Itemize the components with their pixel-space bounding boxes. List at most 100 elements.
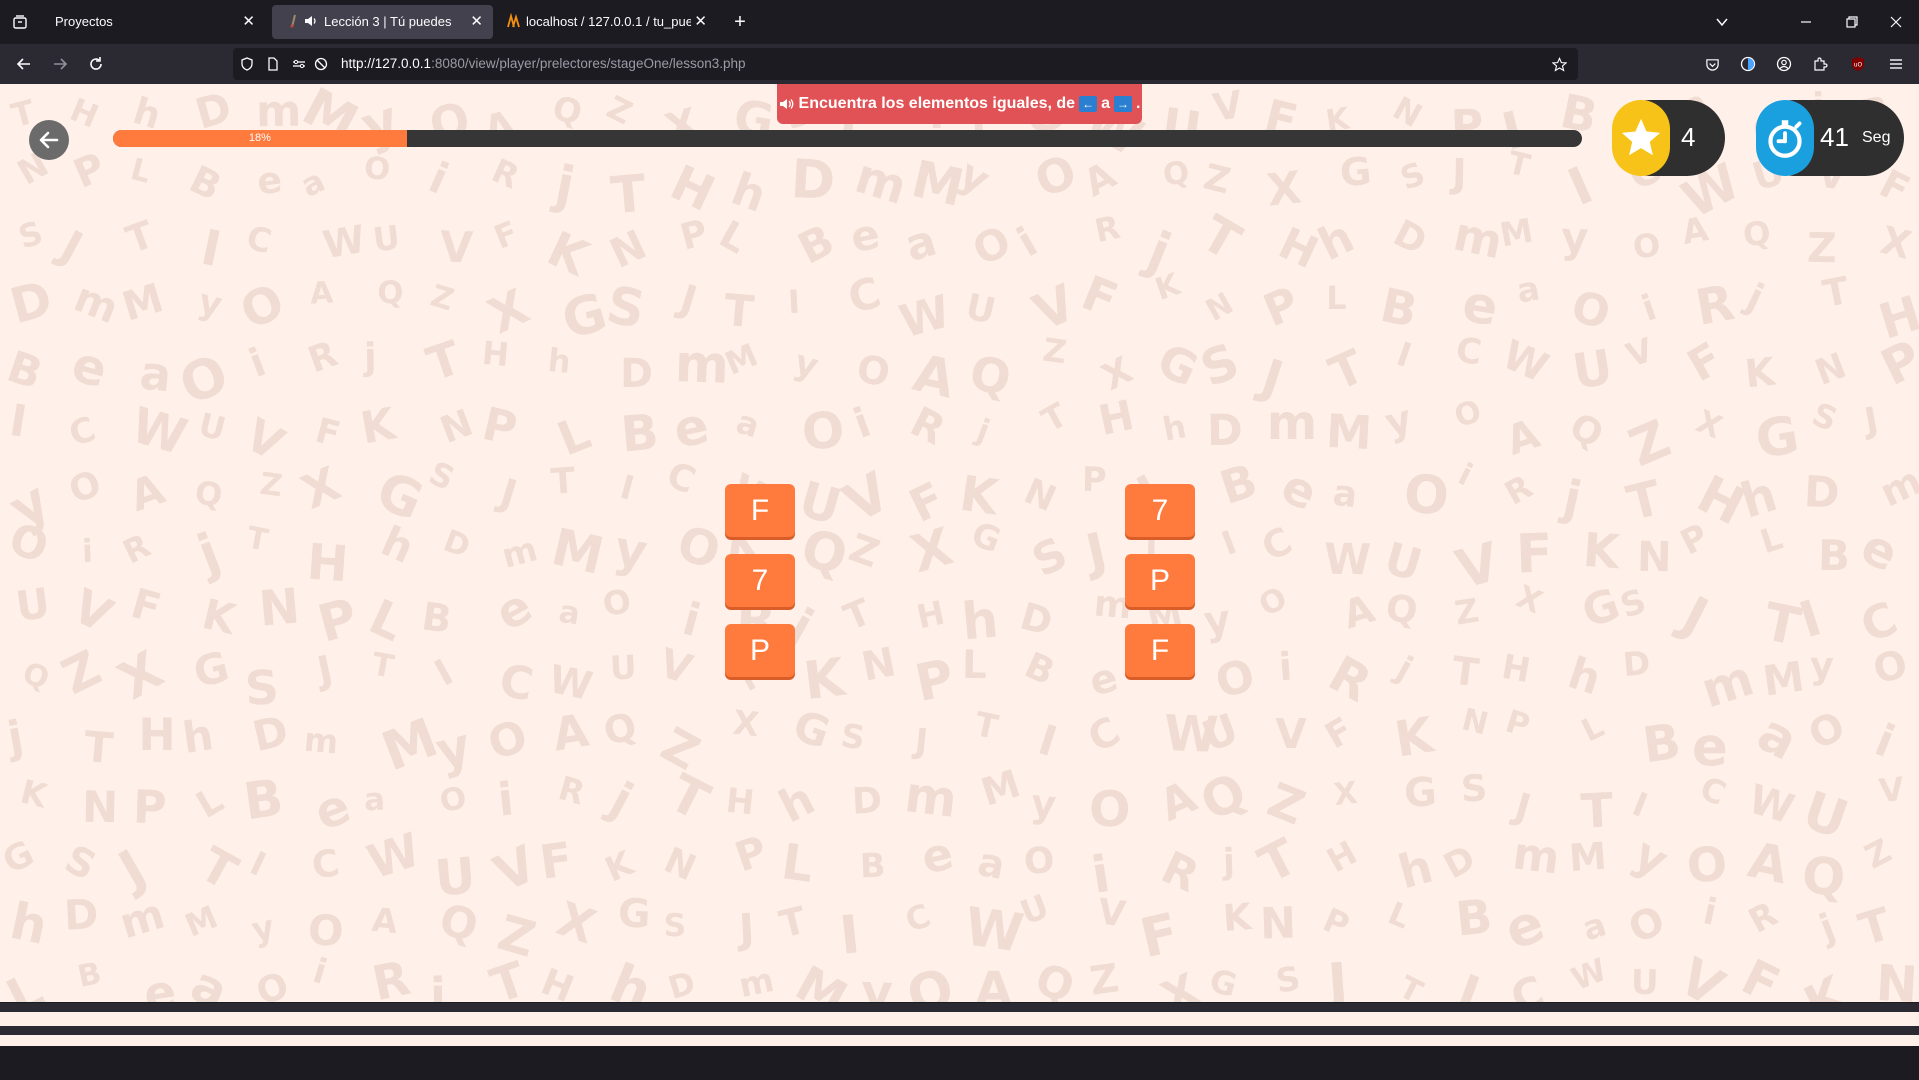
background-letter: T [1579, 782, 1615, 840]
background-letter: Z [1086, 955, 1122, 1002]
speaker-icon[interactable] [779, 97, 795, 111]
menu-icon[interactable] [1884, 52, 1908, 76]
tab-leccion-3[interactable]: Lección 3 | Tú puedes ✕ [272, 5, 493, 39]
bottom-gap [0, 1035, 1919, 1046]
background-letter: P [1501, 703, 1534, 745]
left-tile-1[interactable]: F [725, 484, 795, 537]
extension-circle-icon[interactable] [1736, 52, 1760, 76]
background-letter: S [1273, 957, 1304, 1001]
close-icon[interactable]: ✕ [694, 12, 707, 30]
background-letter: H [913, 593, 948, 637]
back-arrow-icon[interactable] [12, 52, 36, 76]
instruction-banner[interactable]: Encuentra los elementos iguales, de ← a … [777, 84, 1142, 124]
url-text[interactable]: http://127.0.0.1:8080/view/player/prelec… [341, 56, 746, 71]
permissions-icon[interactable] [291, 56, 307, 72]
url-bar[interactable]: http://127.0.0.1:8080/view/player/prelec… [233, 48, 1578, 80]
background-letter: L [961, 642, 987, 689]
background-letter: F [1732, 947, 1789, 1002]
background-letter: P [477, 396, 523, 457]
left-tile-2[interactable]: 7 [725, 554, 795, 607]
background-letter: h [770, 772, 823, 834]
tab-list-icon[interactable] [8, 10, 32, 34]
background-letter: U [371, 217, 403, 260]
new-tab-icon[interactable]: + [728, 10, 752, 34]
background-letter: P [910, 648, 959, 715]
background-letter: T [1449, 648, 1481, 697]
background-letter: m [497, 529, 542, 576]
background-letter: M [1567, 833, 1609, 881]
background-letter: W [544, 657, 596, 711]
close-window-icon[interactable] [1884, 10, 1908, 34]
background-letter: j [971, 411, 995, 450]
background-letter: y [1200, 595, 1233, 646]
background-letter: J [1080, 520, 1112, 582]
tab-proyectos[interactable]: Proyectos ✕ [40, 5, 265, 39]
bookmark-star-icon[interactable] [1551, 56, 1567, 72]
background-letter: D [438, 523, 475, 566]
page-icon[interactable] [265, 56, 281, 72]
background-letter: X [731, 703, 761, 745]
reload-icon[interactable] [84, 52, 108, 76]
background-letter: Q [1562, 403, 1611, 457]
background-letter: e [916, 826, 959, 885]
background-letter: O [799, 400, 847, 462]
close-icon[interactable]: ✕ [470, 12, 483, 30]
background-letter: B [182, 156, 229, 209]
background-letter: G [0, 832, 41, 882]
background-letter: O [362, 150, 393, 189]
background-letter: y [1560, 212, 1590, 263]
back-button[interactable] [29, 120, 69, 160]
background-letter: V [832, 460, 900, 536]
background-letter: y [1624, 825, 1678, 888]
left-tile-3[interactable]: P [725, 624, 795, 677]
background-letter: U [12, 577, 53, 632]
background-letter: D [1015, 593, 1058, 645]
background-letter: K [198, 589, 241, 645]
shield-icon[interactable] [239, 56, 255, 72]
background-letter: G [1751, 405, 1804, 472]
right-tile-1[interactable]: 7 [1125, 484, 1195, 537]
account-icon[interactable] [1772, 52, 1796, 76]
minimize-icon[interactable] [1794, 10, 1818, 34]
background-letter: S [14, 213, 48, 257]
tab-localhost[interactable]: localhost / 127.0.0.1 / tu_puede ✕ [500, 5, 713, 39]
background-letter: I [616, 467, 639, 509]
forward-arrow-icon[interactable] [48, 52, 72, 76]
background-letter: T [549, 459, 577, 503]
background-letter: C [842, 268, 887, 325]
background-letter: Z [1858, 830, 1898, 877]
background-letter: B [618, 402, 661, 464]
ublock-icon[interactable]: uO [1846, 52, 1870, 76]
speaker-icon[interactable] [304, 14, 318, 28]
background-letter: N [1200, 286, 1240, 329]
background-letter: V [1449, 530, 1506, 601]
tracking-blocked-icon[interactable] [313, 56, 329, 72]
background-letter: T [190, 836, 247, 902]
background-letter: C [1504, 965, 1551, 1002]
background-letter: h [1734, 467, 1784, 530]
restore-icon[interactable] [1840, 10, 1864, 34]
background-letter: L [1382, 895, 1415, 937]
background-letter: Z [1040, 330, 1070, 372]
background-letter: O [1022, 839, 1057, 884]
close-icon[interactable]: ✕ [242, 12, 255, 30]
background-letter: m [1510, 827, 1563, 886]
background-letter: F [1678, 333, 1731, 393]
background-letter: A [974, 962, 1013, 1002]
background-letter: O [1684, 836, 1730, 895]
stars-counter: 4 [1612, 100, 1725, 176]
right-tile-2[interactable]: P [1125, 554, 1195, 607]
background-letter: R [1091, 207, 1124, 251]
right-arrow-icon: → [1113, 96, 1132, 112]
pocket-icon[interactable] [1700, 52, 1724, 76]
chevron-down-icon[interactable] [1710, 10, 1734, 34]
extensions-puzzle-icon[interactable] [1808, 52, 1832, 76]
background-letter: N [1259, 898, 1298, 950]
right-tile-3[interactable]: F [1125, 624, 1195, 677]
background-letter: R [367, 951, 415, 1002]
background-letter: L [189, 777, 231, 827]
background-letter: D [664, 965, 700, 1002]
background-letter: a [974, 840, 1009, 890]
background-letter: D [1206, 406, 1244, 457]
background-letter: L [1326, 279, 1347, 318]
